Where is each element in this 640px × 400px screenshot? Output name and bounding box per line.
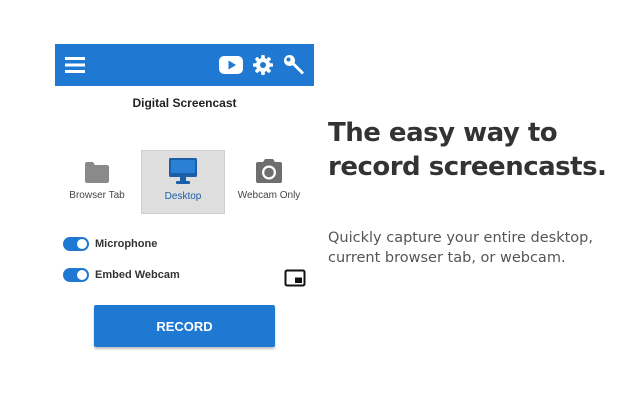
mode-webcam-only[interactable]: Webcam Only: [227, 150, 311, 214]
mode-desktop[interactable]: Desktop: [141, 150, 225, 214]
headline: The easy way to record screencasts.: [328, 116, 628, 184]
mode-browser-tab[interactable]: Browser Tab: [55, 150, 139, 214]
subtext: Quickly capture your entire desktop, cur…: [328, 228, 628, 268]
picture-in-picture-icon[interactable]: [284, 269, 306, 287]
record-button[interactable]: RECORD: [94, 305, 275, 347]
microphone-label: Microphone: [95, 238, 158, 250]
embed-webcam-toggle[interactable]: [63, 268, 89, 282]
mode-label: Webcam Only: [237, 190, 301, 201]
popup-toolbar: [55, 44, 314, 86]
embed-webcam-option[interactable]: Embed Webcam: [63, 266, 180, 284]
embed-webcam-label: Embed Webcam: [95, 269, 180, 281]
subtext-line-1: Quickly capture your entire desktop,: [328, 230, 593, 246]
screenshot-stage: Digital Screencast Browser Tab Desktop W…: [0, 0, 640, 400]
microphone-option[interactable]: Microphone: [63, 235, 157, 253]
app-title: Digital Screencast: [132, 96, 237, 110]
headline-line-2: record screencasts.: [328, 152, 607, 182]
subtext-line-2: current browser tab, or webcam.: [328, 250, 566, 266]
extension-popup: Digital Screencast Browser Tab Desktop W…: [55, 44, 314, 356]
monitor-icon: [168, 151, 198, 185]
gear-icon[interactable]: [252, 44, 274, 86]
menu-icon[interactable]: [63, 44, 87, 86]
folder-icon: [84, 150, 110, 184]
headline-line-1: The easy way to: [328, 118, 558, 148]
microphone-toggle[interactable]: [63, 237, 89, 251]
youtube-icon[interactable]: [218, 44, 244, 86]
mode-label: Desktop: [164, 191, 202, 202]
camera-icon: [254, 150, 284, 184]
mode-label: Browser Tab: [69, 190, 125, 201]
key-icon[interactable]: [281, 44, 307, 86]
